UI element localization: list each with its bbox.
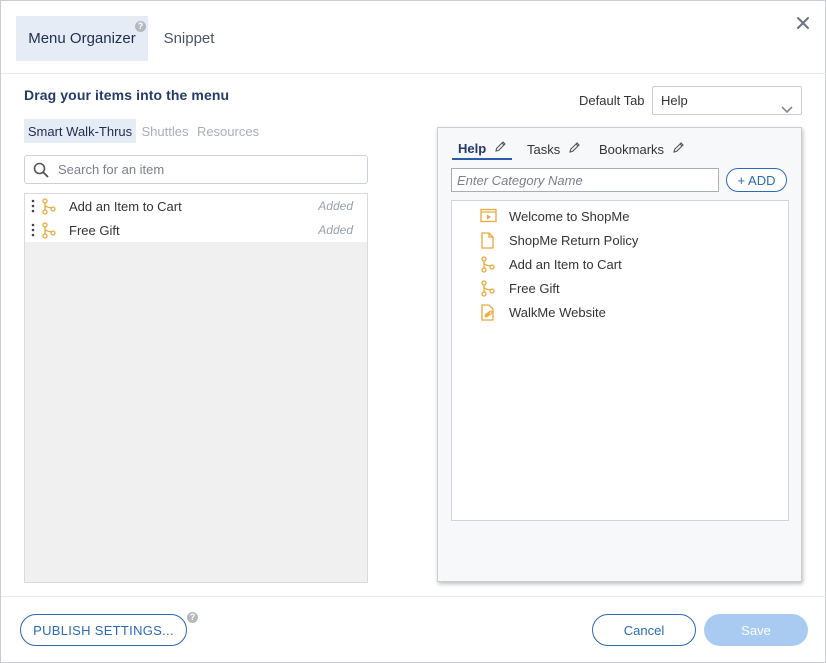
list-item[interactable]: Add an Item to Cart Added [25,194,367,218]
walkthru-icon [41,198,57,220]
menu-tab-tasks-label: Tasks [527,141,561,157]
tab-menu-organizer-label: Menu Organizer [28,30,136,47]
list-item[interactable]: ShopMe Return Policy [452,228,788,252]
tab-menu-organizer[interactable]: Menu Organizer [16,16,148,61]
pencil-icon[interactable] [568,141,581,157]
walkthru-icon [41,222,57,244]
tab-smart-walk-thrus[interactable]: Smart Walk-Thrus [24,119,136,143]
default-tab-select[interactable]: Help [652,86,802,115]
search-input[interactable] [58,158,358,181]
menu-organizer-dialog: Menu Organizer ? Snippet Drag your items… [0,0,826,663]
added-status: Added [318,223,353,237]
menu-tab-tasks[interactable]: Tasks [527,138,581,160]
list-item[interactable]: Welcome to ShopMe [452,204,788,228]
menu-tab-help-label: Help [458,140,487,156]
search-box [24,155,368,184]
tab-snippet[interactable]: Snippet [151,16,227,61]
header-divider [1,73,826,74]
tab-shuttles-label: Shuttles [141,123,189,139]
menu-tab-bookmarks-label: Bookmarks [599,141,665,157]
menu-item-label: ShopMe Return Policy [509,232,639,248]
footer-divider [1,596,826,597]
video-icon [480,208,497,228]
drag-handle-icon[interactable] [31,199,35,213]
tab-smart-walk-thrus-label: Smart Walk-Thrus [27,123,133,139]
document-icon [480,232,495,254]
menu-items-list: Welcome to ShopMe ShopMe Return Policy A… [451,200,789,521]
default-tab-label: Default Tab [579,93,645,108]
list-item[interactable]: Free Gift [452,276,788,300]
items-list: Add an Item to Cart Added Free Gift Adde… [24,193,368,583]
menu-preview-panel: Help Tasks Bookmarks + ADD Welcome [437,127,802,582]
tab-snippet-label: Snippet [163,30,215,47]
menu-item-label: WalkMe Website [509,304,606,320]
save-button[interactable]: Save [704,614,808,646]
walkthru-icon [480,256,496,278]
search-icon [33,162,49,183]
list-item[interactable]: Free Gift Added [25,218,367,242]
menu-item-label: Welcome to ShopMe [509,208,630,224]
list-item[interactable]: WalkMe Website [452,300,788,324]
pencil-icon[interactable] [672,141,685,157]
item-label: Add an Item to Cart [69,198,182,214]
help-badge-icon[interactable]: ? [135,21,146,32]
pencil-icon[interactable] [494,140,507,156]
drag-title: Drag your items into the menu [24,87,230,103]
tab-shuttles[interactable]: Shuttles [140,119,190,143]
menu-item-label: Add an Item to Cart [509,256,622,272]
item-label: Free Gift [69,222,120,238]
link-icon [480,304,497,326]
menu-item-label: Free Gift [509,280,560,296]
category-name-input[interactable] [451,168,719,192]
added-status: Added [318,199,353,213]
menu-tab-bookmarks[interactable]: Bookmarks [599,138,685,160]
default-tab-value: Help [661,93,688,108]
tab-resources-label: Resources [196,123,260,139]
help-badge-icon[interactable]: ? [187,612,198,623]
menu-tab-help[interactable]: Help [452,138,512,160]
chevron-down-icon [781,96,793,123]
close-icon[interactable] [791,11,815,35]
add-category-button[interactable]: + ADD [726,168,787,192]
cancel-button[interactable]: Cancel [592,614,696,646]
list-item[interactable]: Add an Item to Cart [452,252,788,276]
publish-settings-button[interactable]: PUBLISH SETTINGS... [20,614,187,646]
walkthru-icon [480,280,496,302]
tab-resources[interactable]: Resources [197,119,259,143]
drag-handle-icon[interactable] [31,223,35,237]
